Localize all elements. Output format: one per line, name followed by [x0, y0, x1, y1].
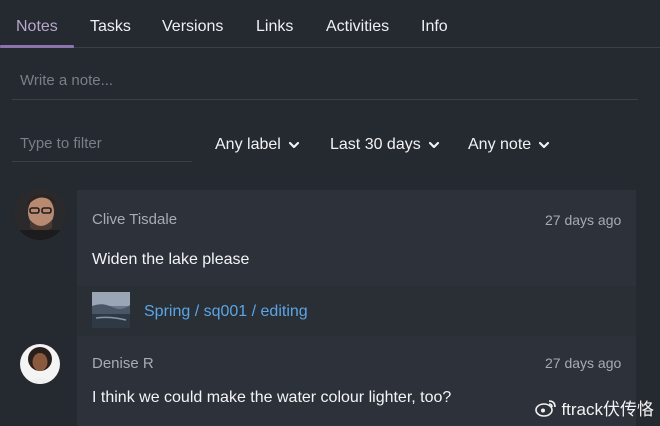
note-text: Widen the lake please [92, 251, 250, 268]
tab-bar: Notes Tasks Versions Links Activities In… [0, 0, 660, 48]
write-note-input[interactable] [12, 62, 638, 100]
note-author: Denise R [92, 355, 154, 372]
chevron-down-icon [288, 139, 300, 151]
tab-notes[interactable]: Notes [16, 0, 58, 48]
note-attachment[interactable]: Spring / sq001 / editing [77, 286, 636, 336]
tab-info[interactable]: Info [421, 0, 448, 48]
note-timestamp: 27 days ago [545, 212, 622, 228]
label-filter-value: Any label [215, 136, 281, 153]
weibo-icon [535, 399, 557, 417]
note-text: I think we could make the water colour l… [92, 389, 452, 406]
version-link[interactable]: Spring / sq001 / editing [144, 303, 308, 321]
active-tab-indicator [0, 45, 74, 48]
label-filter-dropdown[interactable]: Any label [215, 132, 300, 158]
note-type-filter-dropdown[interactable]: Any note [468, 132, 550, 158]
watermark: ftrack伏传恪 [535, 395, 654, 420]
date-filter-value: Last 30 days [330, 136, 421, 153]
tab-activities[interactable]: Activities [326, 0, 389, 48]
note-type-filter-value: Any note [468, 136, 532, 153]
version-thumbnail [92, 292, 130, 328]
avatar [14, 188, 66, 240]
note-author: Clive Tisdale [92, 211, 178, 228]
avatar [20, 344, 60, 384]
date-filter-dropdown[interactable]: Last 30 days [330, 132, 440, 158]
tab-links[interactable]: Links [256, 0, 293, 48]
watermark-text: ftrack伏传恪 [561, 400, 654, 419]
tab-tasks[interactable]: Tasks [90, 0, 131, 48]
tab-versions[interactable]: Versions [162, 0, 223, 48]
chevron-down-icon [428, 139, 440, 151]
note-timestamp: 27 days ago [545, 355, 622, 371]
filter-input[interactable] [12, 126, 192, 162]
chevron-down-icon [538, 139, 550, 151]
